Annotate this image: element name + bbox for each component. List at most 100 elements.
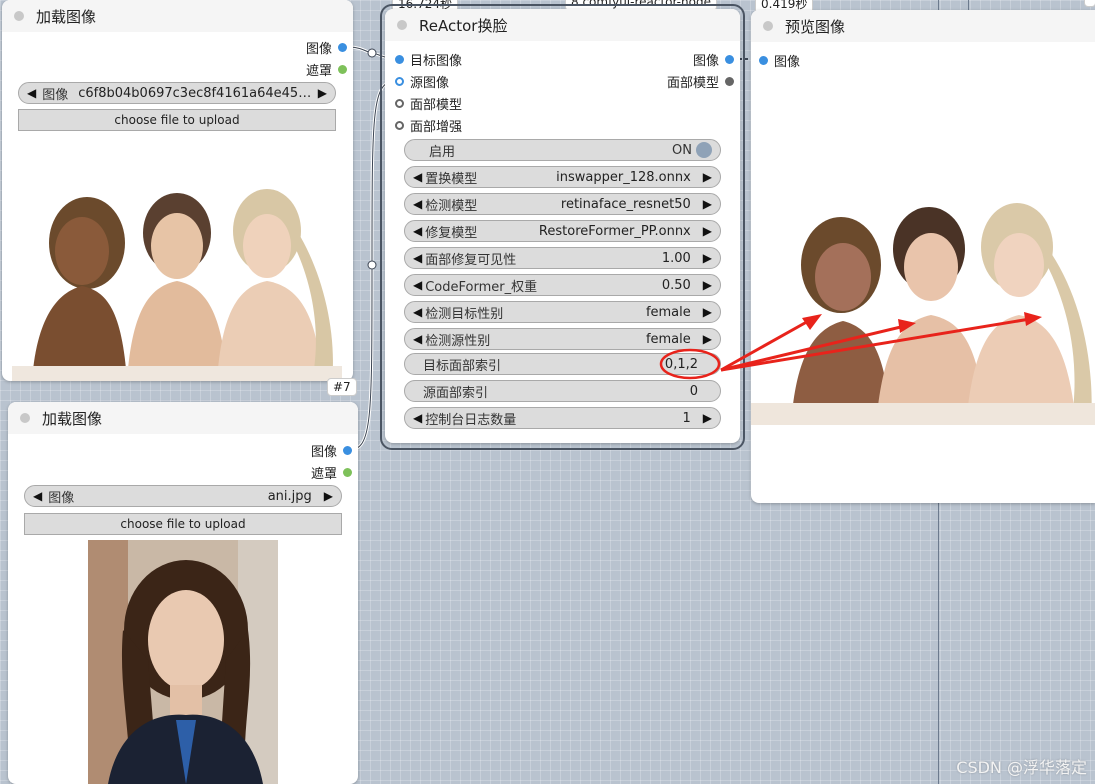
arrow-right-icon[interactable]: ▶ — [324, 489, 333, 503]
arrow-right-icon[interactable]: ▶ — [703, 278, 712, 292]
arrow-left-icon[interactable]: ◀ — [413, 170, 422, 184]
face-boost-input-dot-icon[interactable] — [395, 120, 404, 130]
detection-model-combo[interactable]: ◀ 检测模型 retinaface_resnet50 ▶ — [404, 193, 721, 215]
top-tab — [1084, 0, 1095, 7]
output-slot-image[interactable]: 图像 — [693, 49, 734, 69]
collapse-dot-icon[interactable] — [14, 11, 24, 21]
input-slot-source-image[interactable]: 源图像 — [395, 71, 449, 91]
slot-label: 图像 — [305, 41, 332, 57]
node-header[interactable]: ReActor换脸 — [385, 9, 740, 41]
target-face-index-input[interactable]: 目标面部索引 0,1,2 — [404, 353, 721, 375]
node-header[interactable]: 加载图像 — [2, 0, 353, 32]
widget-value: 0.50 — [661, 277, 691, 293]
arrow-right-icon[interactable]: ▶ — [703, 305, 712, 319]
face-model-output-dot-icon[interactable] — [725, 76, 734, 86]
upload-button[interactable]: choose file to upload — [18, 109, 336, 131]
arrow-left-icon[interactable]: ◀ — [27, 86, 36, 100]
arrow-right-icon[interactable]: ▶ — [703, 251, 712, 265]
output-slot-mask[interactable]: 遮罩 — [306, 59, 347, 79]
face-model-input-dot-icon[interactable] — [395, 98, 404, 108]
input-slot-face-model[interactable]: 面部模型 — [395, 93, 462, 113]
source-image-input-dot-icon[interactable] — [395, 76, 404, 86]
slot-label: 图像 — [774, 54, 801, 70]
image-select-combo[interactable]: ◀ 图像 ani.jpg ▶ — [24, 485, 342, 507]
arrow-right-icon[interactable]: ▶ — [703, 170, 712, 184]
slot-label: 面部增强 — [410, 119, 463, 135]
widget-value: 1 — [682, 410, 691, 426]
node-header[interactable]: 加载图像 — [8, 402, 358, 434]
arrow-right-icon[interactable]: ▶ — [703, 197, 712, 211]
arrow-left-icon[interactable]: ◀ — [413, 224, 422, 238]
source-face-index-input[interactable]: 源面部索引 0 — [404, 380, 721, 402]
input-slot-image[interactable]: 图像 — [759, 50, 800, 70]
input-slot-target-image[interactable]: 目标图像 — [395, 49, 462, 69]
image-output-dot-icon[interactable] — [343, 445, 352, 455]
image-select-combo[interactable]: ◀ 图像 c6f8b04b0697c3ec8f4161a64e45b... ▶ — [18, 82, 336, 104]
widget-value: 1.00 — [661, 250, 691, 266]
widget-label: 目标面部索引 — [423, 358, 502, 374]
canvas-grid-line — [968, 0, 969, 10]
collapse-dot-icon[interactable] — [763, 21, 773, 31]
combo-value: ani.jpg — [267, 488, 312, 504]
image-input-dot-icon[interactable] — [759, 55, 768, 65]
slot-label: 遮罩 — [305, 63, 332, 79]
arrow-left-icon[interactable]: ◀ — [413, 197, 422, 211]
collapse-dot-icon[interactable] — [20, 413, 30, 423]
collapse-dot-icon[interactable] — [397, 20, 407, 30]
slot-label: 面部模型 — [666, 75, 719, 91]
arrow-left-icon[interactable]: ◀ — [413, 278, 422, 292]
node-title: ReActor换脸 — [419, 16, 508, 35]
arrow-left-icon[interactable]: ◀ — [413, 332, 422, 346]
slot-label: 目标图像 — [410, 53, 463, 69]
target-image-input-dot-icon[interactable] — [395, 54, 404, 64]
widget-value: inswapper_128.onnx — [556, 169, 691, 185]
load-image-node-1[interactable]: 加载图像 图像 遮罩 ◀ 图像 c6f8b04b0697c3ec8f4161a6… — [2, 0, 353, 381]
widget-value: 0 — [689, 383, 698, 399]
preview-image-node[interactable]: 预览图像 图像 — [751, 10, 1095, 503]
load-image-node-2[interactable]: 加载图像 图像 遮罩 ◀ 图像 ani.jpg ▶ choose file to… — [8, 402, 358, 784]
arrow-left-icon[interactable]: ◀ — [413, 305, 422, 319]
face-restore-visibility-number[interactable]: ◀ 面部修复可见性 1.00 ▶ — [404, 247, 721, 269]
image-output-dot-icon[interactable] — [725, 54, 734, 64]
output-slot-image[interactable]: 图像 — [311, 440, 352, 460]
arrow-left-icon[interactable]: ◀ — [33, 489, 42, 503]
output-slot-face-model[interactable]: 面部模型 — [667, 71, 734, 91]
arrow-right-icon[interactable]: ▶ — [703, 411, 712, 425]
console-log-level-number[interactable]: ◀ 控制台日志数量 1 ▶ — [404, 407, 721, 429]
detect-target-gender-combo[interactable]: ◀ 检测目标性别 female ▶ — [404, 301, 721, 323]
output-slot-image[interactable]: 图像 — [306, 37, 347, 57]
slot-label: 图像 — [692, 53, 719, 69]
node-title: 加载图像 — [36, 7, 97, 26]
slot-label: 源图像 — [410, 75, 450, 91]
node-title: 加载图像 — [42, 409, 103, 428]
reactor-faceswap-node[interactable]: ReActor换脸 目标图像 源图像 面部模型 面部增强 图像 面部模型 启用 … — [385, 9, 740, 443]
node-header[interactable]: 预览图像 — [751, 10, 1095, 42]
source-face-image — [88, 540, 278, 784]
link-midpoint-dot — [367, 48, 377, 58]
three-women-image — [12, 181, 342, 381]
slot-label: 图像 — [310, 444, 337, 460]
output-slot-mask[interactable]: 遮罩 — [311, 462, 352, 482]
arrow-right-icon[interactable]: ▶ — [703, 224, 712, 238]
restore-model-combo[interactable]: ◀ 修复模型 RestoreFormer_PP.onnx ▶ — [404, 220, 721, 242]
upload-button[interactable]: choose file to upload — [24, 513, 342, 535]
widget-label: 检测模型 — [425, 198, 478, 214]
arrow-left-icon[interactable]: ◀ — [413, 411, 422, 425]
image-output-dot-icon[interactable] — [338, 42, 347, 52]
toggle-knob-icon[interactable] — [696, 142, 712, 158]
combo-value: c6f8b04b0697c3ec8f4161a64e45b... — [78, 85, 312, 101]
watermark-text: CSDN @浮华落定 — [956, 758, 1087, 777]
codeformer-weight-number[interactable]: ◀ CodeFormer_权重 0.50 ▶ — [404, 274, 721, 296]
slot-label: 面部模型 — [410, 97, 463, 113]
swap-model-combo[interactable]: ◀ 置换模型 inswapper_128.onnx ▶ — [404, 166, 721, 188]
enabled-toggle[interactable]: 启用 ON — [404, 139, 721, 161]
arrow-left-icon[interactable]: ◀ — [413, 251, 422, 265]
widget-label: 检测目标性别 — [425, 306, 504, 322]
mask-output-dot-icon[interactable] — [338, 64, 347, 74]
input-slot-face-boost[interactable]: 面部增强 — [395, 115, 462, 135]
arrow-right-icon[interactable]: ▶ — [318, 86, 327, 100]
mask-output-dot-icon[interactable] — [343, 467, 352, 477]
widget-label: 源面部索引 — [423, 385, 489, 401]
detect-source-gender-combo[interactable]: ◀ 检测源性别 female ▶ — [404, 328, 721, 350]
arrow-right-icon[interactable]: ▶ — [703, 332, 712, 346]
